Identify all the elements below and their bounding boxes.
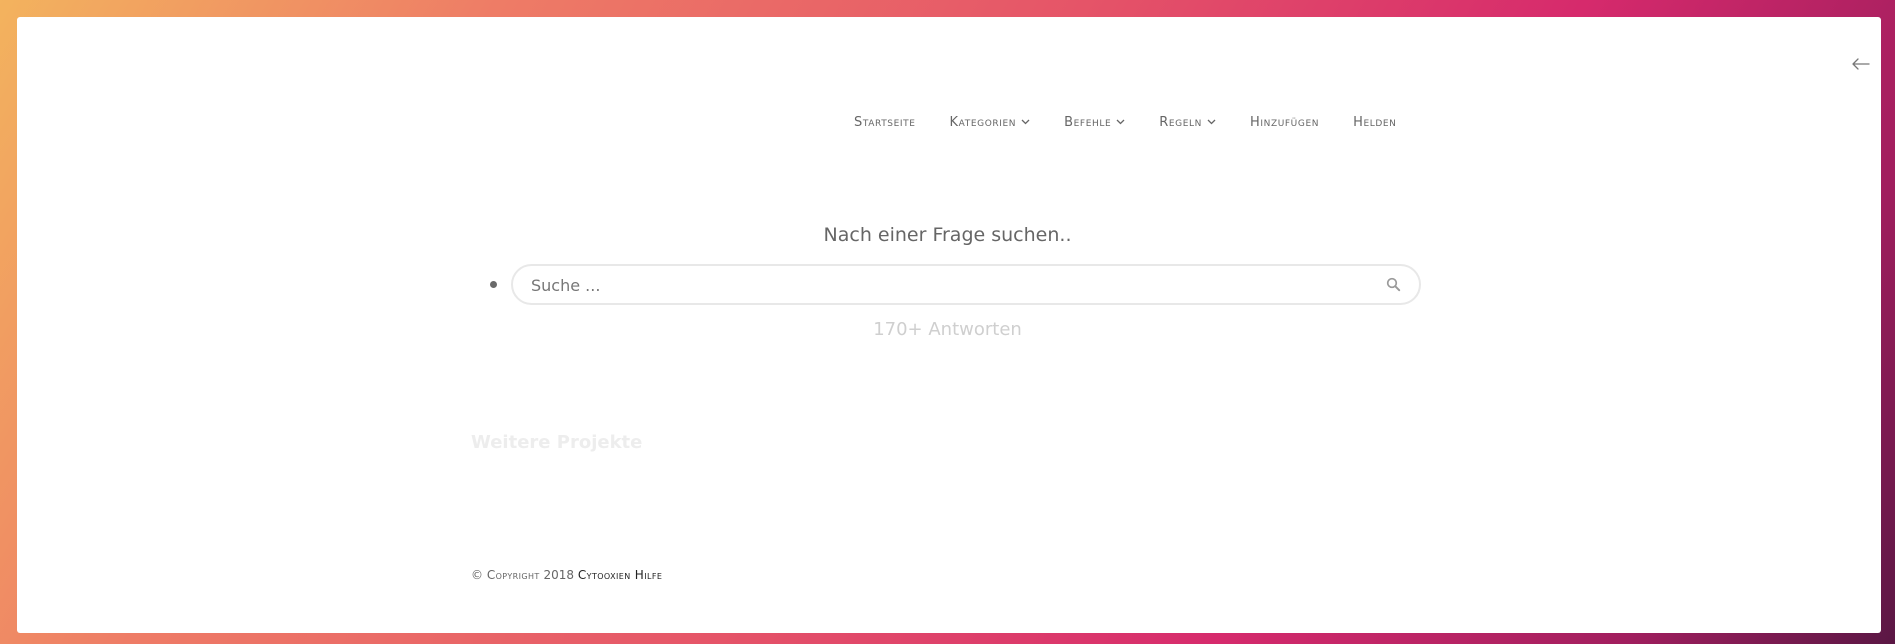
list-bullet (490, 281, 497, 288)
nav-item-label: Regeln (1159, 114, 1202, 130)
nav-item-startseite[interactable]: Startseite (854, 115, 916, 130)
arrow-left-icon (1852, 58, 1870, 70)
footer-copyright: © Copyright 2018 Cytooxien Hilfe (471, 568, 662, 582)
chevron-down-icon (1116, 119, 1125, 125)
nav-item-label: Helden (1353, 114, 1397, 130)
nav-item-label: Hinzufügen (1249, 114, 1320, 130)
search-row (490, 264, 1421, 305)
copyright-label: Copyright (486, 568, 540, 582)
copyright-symbol: © (471, 568, 483, 582)
search-heading: Nach einer Frage suchen.. (823, 224, 1072, 246)
nav-item-regeln[interactable]: Regeln (1159, 115, 1216, 130)
nav-item-befehle[interactable]: Befehle (1064, 115, 1125, 130)
answers-count: 170+ Antworten (873, 319, 1022, 340)
nav-item-helden[interactable]: Helden (1353, 115, 1396, 130)
projects-heading: Weitere Projekte (471, 432, 643, 453)
nav-item-label: Kategorien (949, 114, 1017, 130)
search-icon[interactable] (1386, 277, 1401, 292)
nav-item-label: Befehle (1064, 114, 1112, 130)
search-box (511, 264, 1421, 305)
main-navigation: Startseite Kategorien Befehle Regeln Hin… (854, 107, 1397, 137)
back-button[interactable] (1847, 50, 1875, 78)
chevron-down-icon (1021, 119, 1030, 125)
search-input[interactable] (529, 266, 1353, 305)
chevron-down-icon (1207, 119, 1216, 125)
footer-brand: Cytooxien Hilfe (577, 568, 663, 582)
nav-item-hinzufuegen[interactable]: Hinzufügen (1250, 115, 1319, 130)
nav-item-label: Startseite (854, 114, 916, 130)
copyright-year: 2018 (543, 568, 575, 582)
nav-item-kategorien[interactable]: Kategorien (950, 115, 1031, 130)
